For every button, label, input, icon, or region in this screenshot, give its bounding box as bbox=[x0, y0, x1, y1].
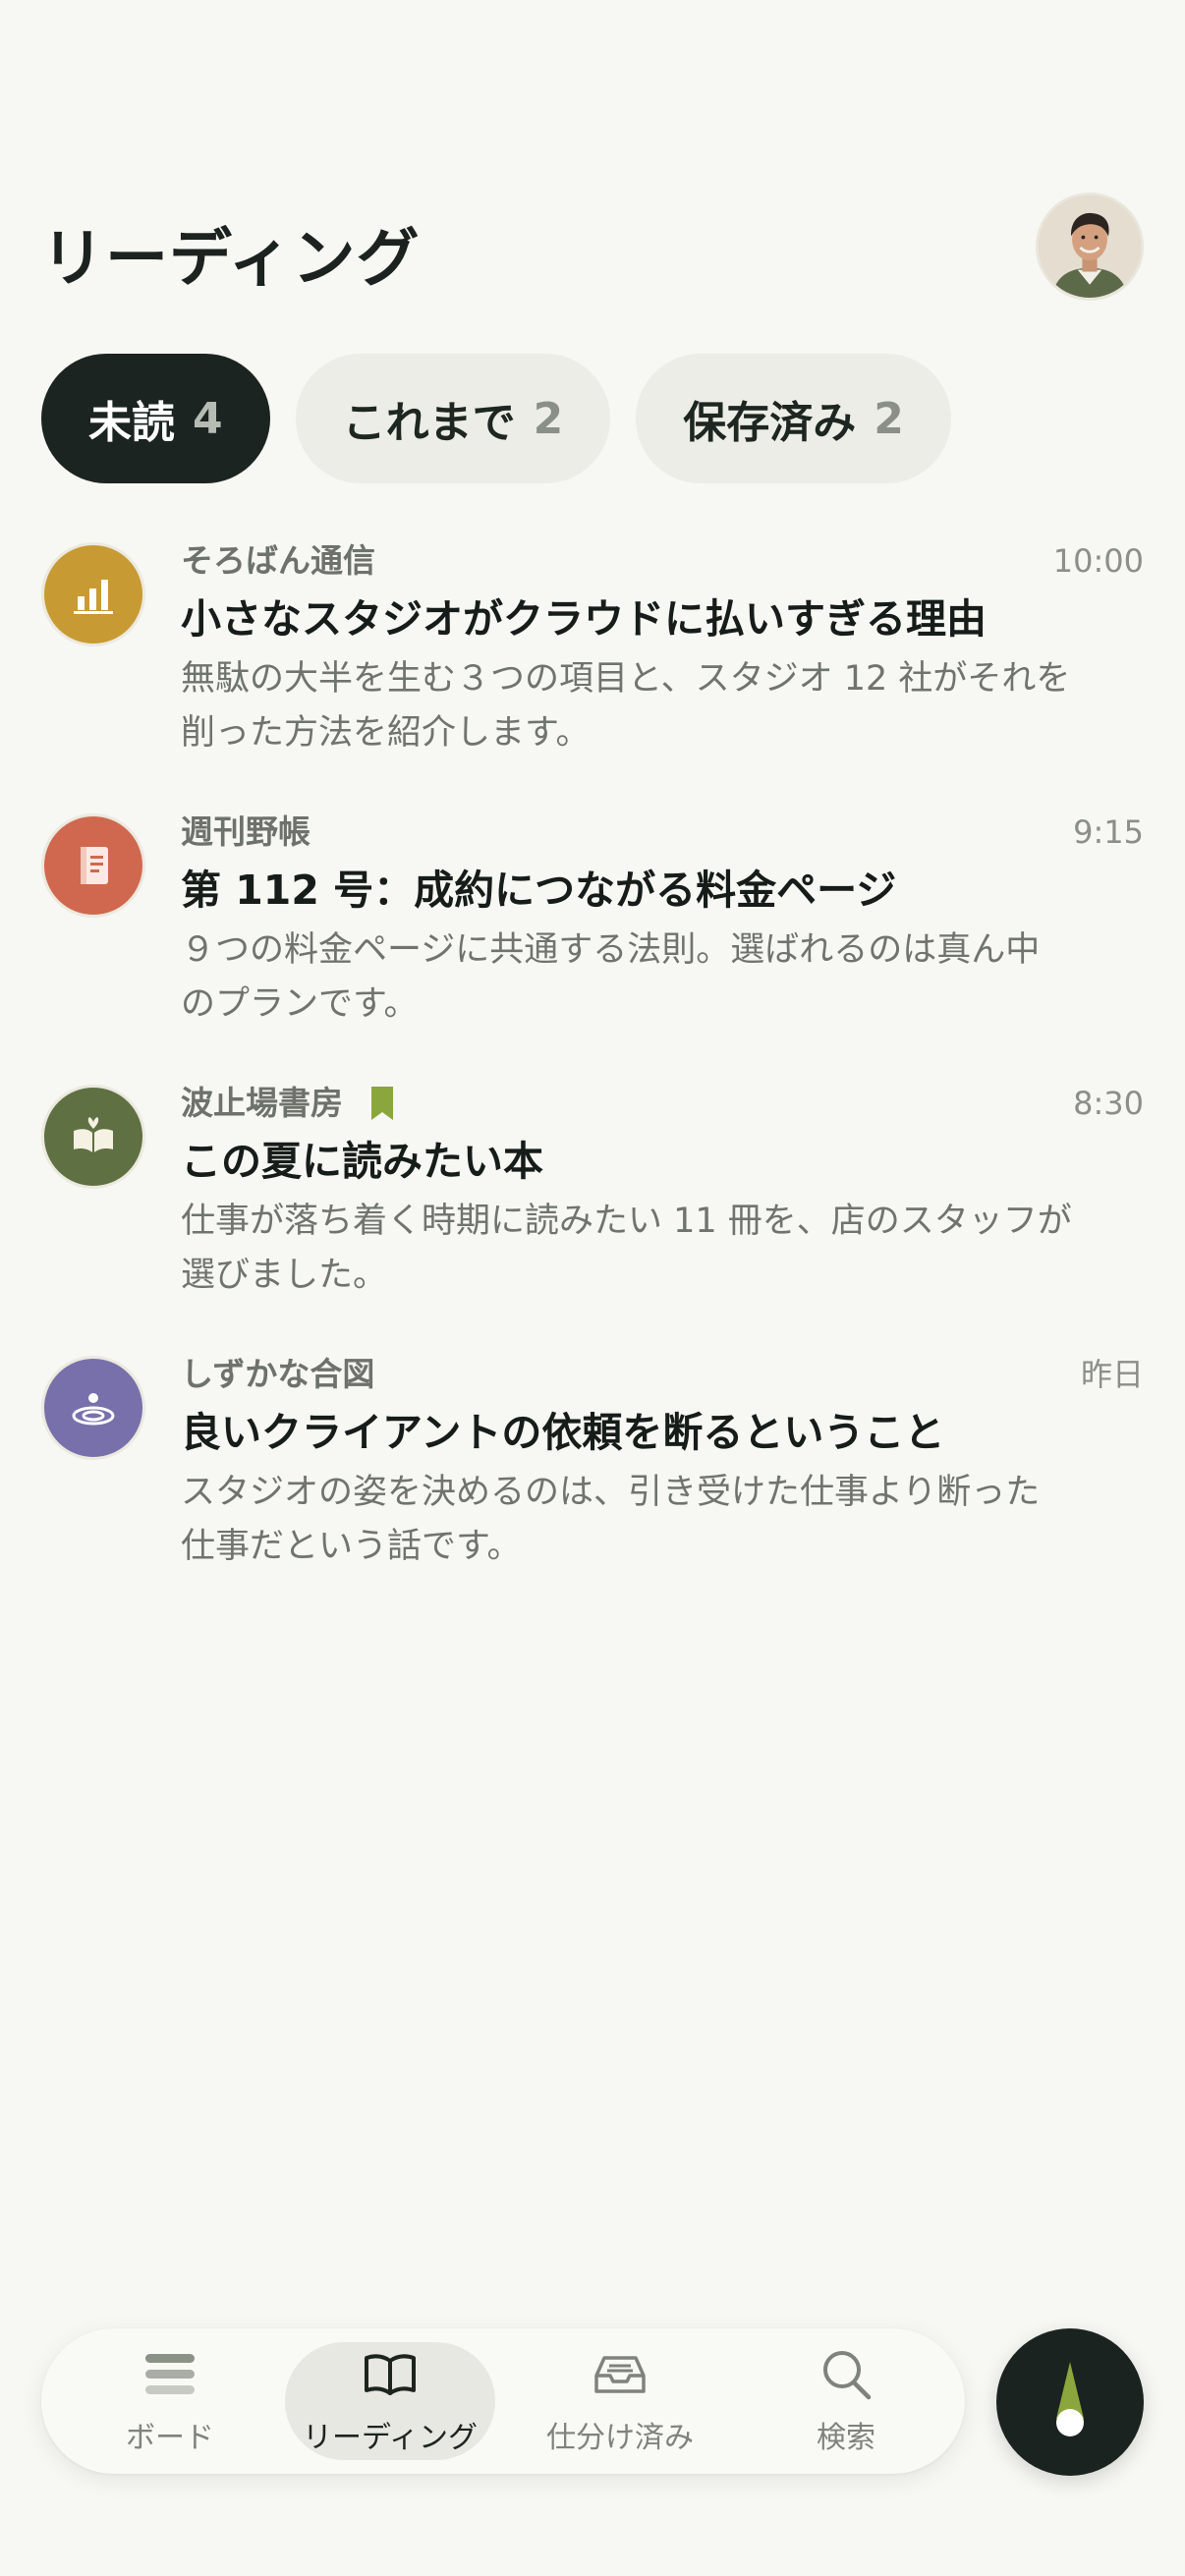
source-avatar bbox=[41, 1356, 145, 1460]
item-title: 良いクライアントの依頼を断るということ bbox=[181, 1409, 945, 1456]
item-excerpt: ９つの料金ページに共通する法則。選ばれるのは真ん中 のプランです。 bbox=[181, 924, 1144, 1032]
inbox-icon bbox=[594, 2356, 646, 2393]
item-meta: 週刊野帳 9:15 第 112 号：成約につながる料金ページ ９つの料金ページに… bbox=[181, 810, 1144, 1032]
excerpt-line: 削った方法を紹介します。 bbox=[181, 713, 591, 753]
search-icon bbox=[823, 2351, 872, 2400]
ripple-icon bbox=[72, 1393, 115, 1426]
compass-button[interactable] bbox=[996, 2328, 1144, 2476]
source-label: しずかな合図 bbox=[181, 1355, 375, 1393]
page-title: リーディング bbox=[41, 223, 421, 296]
source-name: 波止場書房 bbox=[181, 1081, 1144, 1126]
excerpt-line: のプランです。 bbox=[181, 984, 419, 1024]
source-name: しずかな合図 bbox=[181, 1352, 1144, 1397]
item-title: 小さなスタジオがクラウドに払いすぎる理由 bbox=[181, 595, 987, 643]
list-item[interactable]: そろばん通信 10:00 小さなスタジオがクラウドに払いすぎる理由 無駄の大半を… bbox=[0, 538, 1185, 810]
excerpt-line: 無駄の大半を生む３つの項目と、スタジオ 12 社がそれを bbox=[181, 659, 1071, 699]
compass-icon bbox=[1056, 2362, 1084, 2436]
article-list: そろばん通信 10:00 小さなスタジオがクラウドに払いすぎる理由 無駄の大半を… bbox=[0, 538, 1185, 1623]
book-icon bbox=[365, 2354, 416, 2395]
excerpt-line: スタジオの姿を決めるのは、引き受けた仕事より断った bbox=[181, 1473, 1041, 1512]
nav-label: リーディング bbox=[303, 2421, 478, 2455]
list-item[interactable]: 波止場書房 8:30 この夏に読みたい本 仕事が落ち着く時期に読みたい 11 冊… bbox=[0, 1081, 1185, 1352]
tab-count: 4 bbox=[193, 393, 223, 444]
source-label: 波止場書房 bbox=[181, 1084, 343, 1122]
item-meta: 波止場書房 8:30 この夏に読みたい本 仕事が落ち着く時期に読みたい 11 冊… bbox=[181, 1081, 1144, 1303]
item-excerpt: スタジオの姿を決めるのは、引き受けた仕事より断った 仕事だという話です。 bbox=[181, 1466, 1144, 1574]
item-title: 第 112 号：成約につながる料金ページ bbox=[181, 867, 897, 914]
item-time: 10:00 bbox=[1052, 542, 1144, 580]
bottom-tab-bar: ボード リーディング 仕分け済み 検索 bbox=[41, 2328, 965, 2474]
list-item[interactable]: 週刊野帳 9:15 第 112 号：成約につながる料金ページ ９つの料金ページに… bbox=[0, 810, 1185, 1081]
source-avatar bbox=[41, 813, 145, 918]
stack-icon bbox=[145, 2354, 195, 2394]
item-time: 8:30 bbox=[1073, 1085, 1144, 1122]
item-meta: しずかな合図 昨日 良いクライアントの依頼を断るということ スタジオの姿を決める… bbox=[181, 1352, 1144, 1574]
source-label: 週刊野帳 bbox=[181, 812, 310, 851]
list-item[interactable]: しずかな合図 昨日 良いクライアントの依頼を断るということ スタジオの姿を決める… bbox=[0, 1352, 1185, 1623]
bar-chart-icon bbox=[74, 580, 113, 614]
notebook-icon bbox=[81, 847, 108, 884]
nav-label: ボード bbox=[126, 2421, 214, 2455]
source-avatar bbox=[41, 542, 145, 646]
source-label: そろばん通信 bbox=[181, 541, 375, 580]
excerpt-line: ９つの料金ページに共通する法則。選ばれるのは真ん中 bbox=[181, 930, 1041, 970]
tab-count: 2 bbox=[533, 393, 564, 444]
nav-label: 検索 bbox=[817, 2421, 875, 2455]
nav-reading[interactable]: リーディング bbox=[285, 2342, 495, 2460]
nav-board[interactable]: ボード bbox=[65, 2342, 275, 2460]
avatar-photo-icon bbox=[1039, 196, 1141, 298]
open-book-sprout-icon bbox=[74, 1117, 113, 1152]
item-title: この夏に読みたい本 bbox=[181, 1138, 543, 1185]
tab-unread[interactable]: 未読 4 bbox=[41, 354, 270, 483]
header: リーディング bbox=[41, 193, 1144, 310]
item-time: 9:15 bbox=[1073, 813, 1144, 851]
excerpt-line: 仕事だという話です。 bbox=[181, 1527, 522, 1566]
item-time: 昨日 bbox=[1080, 1356, 1144, 1393]
nav-sorted[interactable]: 仕分け済み bbox=[515, 2342, 725, 2460]
filter-tabs: 未読 4 これまで 2 保存済み 2 bbox=[41, 354, 951, 483]
item-excerpt: 仕事が落ち着く時期に読みたい 11 冊を、店のスタッフが 選びました。 bbox=[181, 1195, 1144, 1303]
source-name: そろばん通信 bbox=[181, 538, 1144, 584]
source-avatar bbox=[41, 1085, 145, 1189]
tab-history[interactable]: これまで 2 bbox=[295, 354, 611, 483]
nav-label: 仕分け済み bbox=[546, 2421, 694, 2455]
item-excerpt: 無駄の大半を生む３つの項目と、スタジオ 12 社がそれを 削った方法を紹介します… bbox=[181, 652, 1144, 760]
tab-count: 2 bbox=[874, 393, 904, 444]
bookmark-icon bbox=[371, 1087, 393, 1120]
nav-search[interactable]: 検索 bbox=[741, 2342, 951, 2460]
tab-label: 未読 bbox=[88, 398, 175, 448]
item-meta: そろばん通信 10:00 小さなスタジオがクラウドに払いすぎる理由 無駄の大半を… bbox=[181, 538, 1144, 760]
tab-label: これまで bbox=[342, 398, 516, 448]
tab-saved[interactable]: 保存済み 2 bbox=[636, 354, 951, 483]
user-avatar[interactable] bbox=[1036, 193, 1144, 301]
reading-screen: リーディング 未読 4 これまで 2 保存済み 2 そろばん通信 10:00 小… bbox=[0, 0, 1185, 2576]
excerpt-line: 仕事が落ち着く時期に読みたい 11 冊を、店のスタッフが bbox=[181, 1202, 1072, 1241]
source-name: 週刊野帳 bbox=[181, 810, 1144, 855]
excerpt-line: 選びました。 bbox=[181, 1256, 388, 1295]
tab-label: 保存済み bbox=[683, 398, 857, 448]
